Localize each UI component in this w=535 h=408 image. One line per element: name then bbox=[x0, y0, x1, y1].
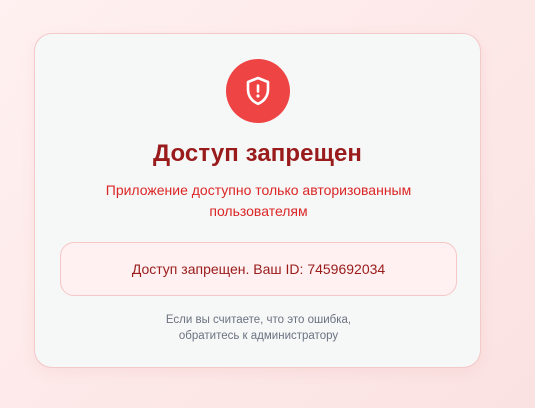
admin-contact-note-line2: обратитесь к администратору bbox=[178, 330, 339, 342]
admin-contact-note-line1: Если вы считаете, что это ошибка, bbox=[165, 314, 352, 326]
user-id-message: Доступ запрещен. Ваш ID: 7459692034 bbox=[60, 242, 457, 296]
page-title: Доступ запрещен bbox=[152, 140, 362, 167]
admin-contact-note: Если вы считаете, что это ошибка, обрати… bbox=[125, 312, 392, 344]
user-id-message-text: Доступ запрещен. Ваш ID: 7459692034 bbox=[131, 261, 386, 277]
access-denied-card: Доступ запрещен Приложение доступно толь… bbox=[34, 33, 481, 368]
shield-alert-icon bbox=[226, 59, 290, 123]
access-subtitle: Приложение доступно только авторизованны… bbox=[105, 182, 412, 219]
